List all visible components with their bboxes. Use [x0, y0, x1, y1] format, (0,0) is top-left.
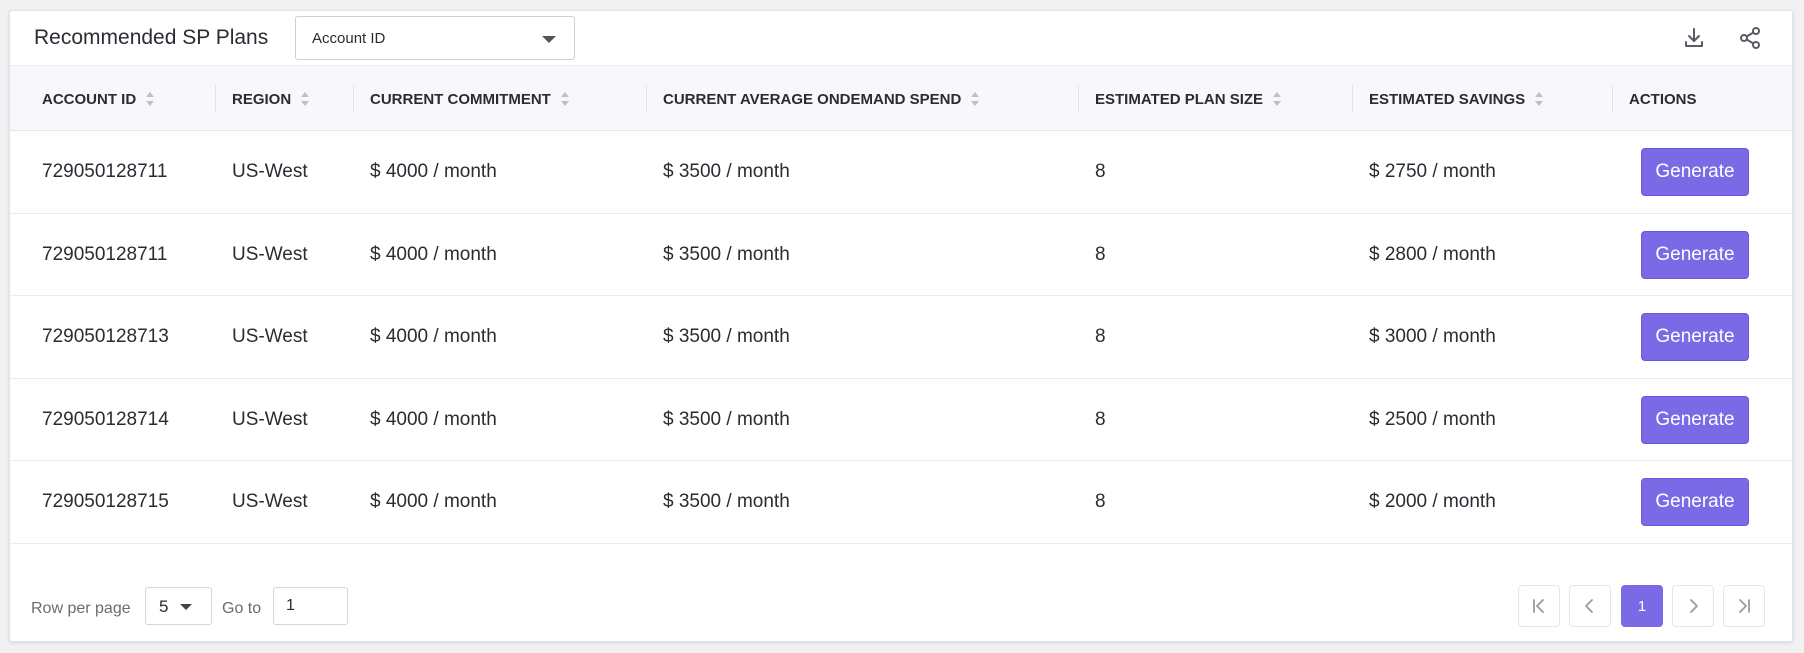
chevron-right-icon	[1690, 599, 1698, 613]
table-row: 729050128713 US-West $ 4000 / month $ 35…	[10, 296, 1792, 379]
cell-estimated-savings: $ 2800 / month	[1369, 243, 1496, 265]
table-row: 729050128715 US-West $ 4000 / month $ 35…	[10, 461, 1792, 544]
column-header-current-commitment[interactable]: CURRENT COMMITMENT	[370, 66, 570, 132]
cell-estimated-savings: $ 2000 / month	[1369, 491, 1496, 512]
table-row: 729050128711 US-West $ 4000 / month $ 35…	[10, 131, 1792, 214]
column-label: CURRENT AVERAGE ONDEMAND SPEND	[663, 90, 962, 108]
card-header: Recommended SP Plans Account ID	[10, 11, 1792, 65]
cell-plan-size: 8	[1095, 326, 1106, 347]
generate-button[interactable]: Generate	[1641, 395, 1749, 444]
cell-account-id: 729050128714	[42, 408, 169, 430]
column-label: ESTIMATED SAVINGS	[1369, 90, 1526, 108]
cell-region: US-West	[232, 161, 308, 182]
pagination-bar: Row per page 5 Go to 1	[10, 571, 1792, 643]
cell-ondemand-spend: $ 3500 / month	[663, 243, 790, 265]
generate-button[interactable]: Generate	[1641, 478, 1749, 526]
sort-icon[interactable]	[560, 91, 570, 107]
cell-ondemand-spend: $ 3500 / month	[663, 161, 790, 182]
cell-current-commitment: $ 4000 / month	[370, 243, 497, 265]
column-label: ACTIONS	[1629, 90, 1697, 108]
next-page-button[interactable]	[1672, 585, 1714, 627]
first-page-button[interactable]	[1518, 585, 1560, 627]
table-row: 729050128714 US-West $ 4000 / month $ 35…	[10, 379, 1792, 461]
cell-account-id: 729050128715	[42, 491, 169, 512]
last-page-icon	[1739, 599, 1750, 613]
sort-icon[interactable]	[301, 91, 310, 107]
first-page-icon	[1533, 599, 1544, 613]
sort-icon[interactable]	[1273, 91, 1282, 107]
column-header-ondemand-spend[interactable]: CURRENT AVERAGE ONDEMAND SPEND	[663, 66, 980, 132]
generate-button[interactable]: Generate	[1641, 230, 1749, 279]
goto-label: Go to	[222, 600, 262, 617]
cell-current-commitment: $ 4000 / month	[370, 408, 497, 430]
cell-plan-size: 8	[1095, 161, 1106, 182]
sort-icon[interactable]	[971, 91, 980, 107]
rows-per-page-select[interactable]: 5	[145, 587, 212, 625]
download-icon	[1685, 28, 1703, 47]
cell-current-commitment: $ 4000 / month	[370, 326, 497, 347]
table-body: 729050128711 US-West $ 4000 / month $ 35…	[10, 131, 1792, 544]
cell-account-id: 729050128711	[42, 161, 168, 182]
download-button[interactable]	[1679, 23, 1709, 53]
cell-ondemand-spend: $ 3500 / month	[663, 491, 790, 512]
column-divider	[1078, 85, 1079, 113]
cell-ondemand-spend: $ 3500 / month	[663, 326, 790, 347]
filter-select-value: Account ID	[312, 30, 386, 47]
column-header-region[interactable]: REGION	[232, 66, 310, 132]
sort-icon[interactable]	[146, 91, 155, 107]
column-header-account-id[interactable]: ACCOUNT ID	[42, 66, 155, 132]
column-label: REGION	[232, 90, 292, 108]
share-icon	[1740, 27, 1760, 49]
page-title: Recommended SP Plans	[34, 26, 269, 49]
cell-current-commitment: $ 4000 / month	[370, 161, 497, 182]
rows-per-page-label: Row per page	[31, 600, 131, 617]
column-divider	[1352, 85, 1353, 113]
sort-icon[interactable]	[1535, 91, 1544, 107]
column-divider	[215, 85, 216, 113]
chevron-down-icon	[542, 36, 556, 43]
table-row: 729050128711 US-West $ 4000 / month $ 35…	[10, 214, 1792, 296]
table-header: ACCOUNT ID REGION CURRENT COMMITMENT CUR…	[10, 65, 1792, 131]
previous-page-button[interactable]	[1569, 585, 1611, 627]
page-1-button[interactable]: 1	[1621, 585, 1663, 627]
column-header-plan-size[interactable]: ESTIMATED PLAN SIZE	[1095, 66, 1282, 132]
column-divider	[353, 85, 354, 113]
cell-region: US-West	[232, 326, 308, 347]
cell-region: US-West	[232, 408, 308, 430]
generate-button[interactable]: Generate	[1641, 313, 1749, 361]
cell-region: US-West	[232, 243, 308, 265]
cell-plan-size: 8	[1095, 408, 1106, 430]
share-button[interactable]	[1735, 23, 1765, 53]
cell-current-commitment: $ 4000 / month	[370, 491, 497, 512]
last-page-button[interactable]	[1723, 585, 1765, 627]
cell-estimated-savings: $ 2500 / month	[1369, 408, 1496, 430]
cell-account-id: 729050128711	[42, 243, 168, 265]
cell-region: US-West	[232, 491, 308, 512]
filter-select[interactable]: Account ID	[295, 16, 575, 60]
column-label: ACCOUNT ID	[42, 90, 137, 108]
cell-estimated-savings: $ 3000 / month	[1369, 326, 1496, 347]
column-label: ESTIMATED PLAN SIZE	[1095, 90, 1264, 108]
cell-plan-size: 8	[1095, 243, 1106, 265]
chevron-left-icon	[1585, 599, 1593, 613]
recommended-plans-card: Recommended SP Plans Account ID ACCOUNT …	[9, 10, 1793, 642]
column-divider	[1612, 85, 1613, 113]
rows-per-page-value: 5	[159, 597, 169, 616]
column-header-estimated-savings[interactable]: ESTIMATED SAVINGS	[1369, 66, 1544, 132]
column-divider	[646, 85, 647, 113]
column-label: CURRENT COMMITMENT	[370, 90, 551, 108]
generate-button[interactable]: Generate	[1641, 148, 1749, 196]
cell-estimated-savings: $ 2750 / month	[1369, 161, 1496, 182]
column-header-actions: ACTIONS	[1629, 66, 1697, 132]
cell-account-id: 729050128713	[42, 326, 169, 347]
cell-ondemand-spend: $ 3500 / month	[663, 408, 790, 430]
cell-plan-size: 8	[1095, 491, 1106, 512]
goto-page-input[interactable]	[273, 587, 348, 625]
chevron-down-icon	[180, 604, 192, 610]
